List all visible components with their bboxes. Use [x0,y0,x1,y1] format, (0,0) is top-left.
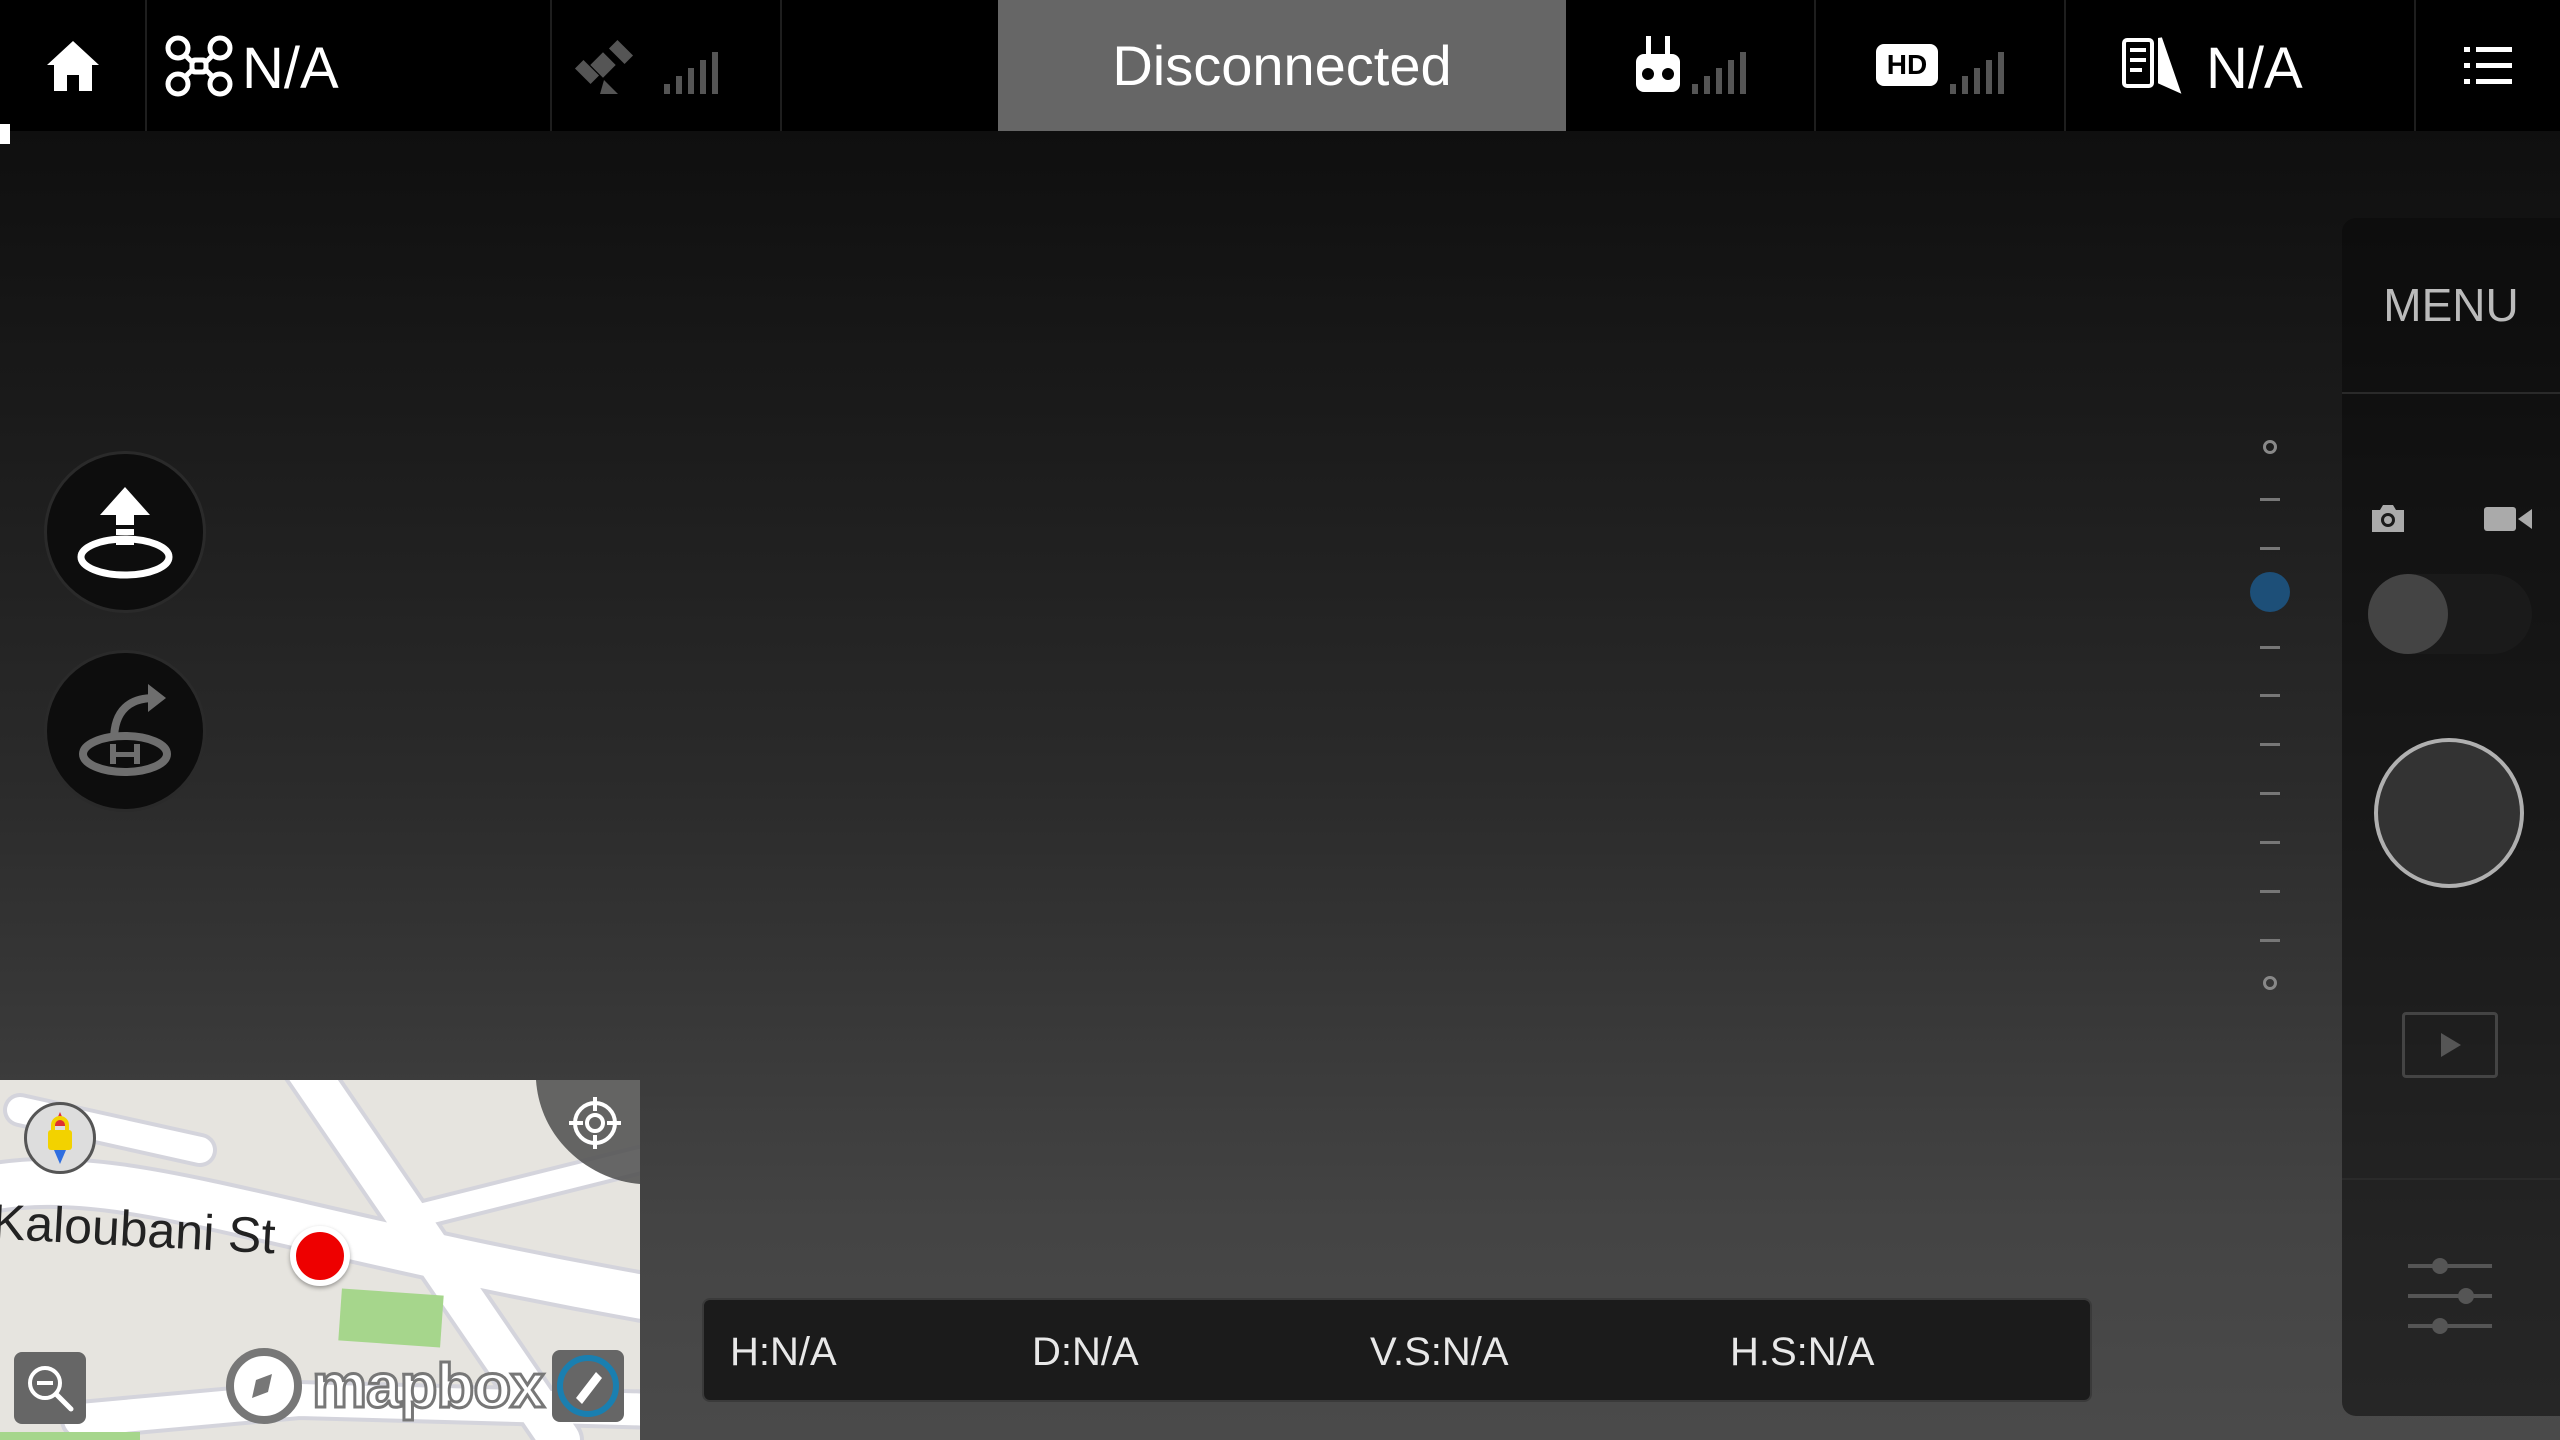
shutter-button[interactable] [2374,738,2524,888]
map-info-button[interactable] [552,1350,624,1422]
slider-tick [2260,547,2280,550]
slider-handle[interactable] [2250,572,2290,612]
map-drone-marker [290,1226,350,1286]
slider-tick [2260,939,2280,942]
drone-icon [165,35,233,97]
flight-mode-status[interactable]: N/A [2066,0,2414,131]
mapbox-logo-icon [226,1348,302,1424]
gimbal-zoom-slider[interactable] [2250,440,2290,1000]
home-icon [46,40,99,91]
slider-tick [2260,694,2280,697]
mapbox-logo-text: mapbox [311,1350,547,1422]
return-home-icon [79,684,171,776]
sliders-icon[interactable] [2404,1254,2496,1340]
gps-signal[interactable] [552,0,780,131]
list-menu-icon [2464,46,2512,84]
slider-bottom-endpoint [2263,976,2277,990]
slider-tick [2260,890,2280,893]
distance-readout: D:N/A [1032,1330,1139,1374]
flight-mode-value: N/A [2206,36,2303,101]
slider-tick [2260,792,2280,795]
connection-status-banner: Disconnected [998,0,1566,131]
checklist-icon [2122,37,2182,94]
toggle-knob [2368,574,2448,654]
camera-icon[interactable] [2368,502,2408,534]
top-status-bar: N/A Disconnected HD N/A [0,0,2560,131]
corner-indicator [0,124,10,144]
play-icon [2441,1033,2461,1057]
horizontal-speed-readout: H.S:N/A [1730,1330,1875,1374]
locate-icon [569,1097,621,1149]
video-camera-icon[interactable] [2482,504,2534,534]
vertical-speed-readout: V.S:N/A [1370,1330,1509,1374]
map-info-icon [557,1355,619,1417]
slider-tick [2260,498,2280,501]
camera-menu-button[interactable]: MENU [2342,278,2560,332]
satellite-icon [574,39,634,94]
slider-tick [2260,743,2280,746]
hd-video-icon: HD [1876,44,1938,86]
slider-top-endpoint [2263,440,2277,454]
takeoff-icon [77,487,173,579]
playback-button[interactable] [2402,1012,2498,1078]
slider-tick [2260,841,2280,844]
locate-button[interactable] [566,1094,624,1152]
remote-controller-icon [1636,36,1680,92]
mapbox-logo: mapbox [224,1344,547,1428]
height-readout: H:N/A [730,1330,837,1374]
settings-menu-button[interactable] [2416,0,2560,131]
hd-video-signal[interactable]: HD [1816,0,2064,131]
zoom-out-icon [28,1366,74,1412]
remote-controller-signal[interactable] [1566,0,1814,131]
return-home-button[interactable] [44,650,206,812]
compass-lock-button[interactable] [24,1102,96,1174]
mini-map[interactable]: Kaloubani St mapbox [0,1080,640,1440]
slider-tick [2260,646,2280,649]
aircraft-status[interactable]: N/A [150,0,550,131]
compass-lock-icon [48,1112,72,1164]
camera-control-panel: MENU [2342,218,2560,1416]
zoom-out-button[interactable] [14,1352,86,1424]
aircraft-status-value: N/A [242,36,339,101]
photo-video-toggle[interactable] [2368,574,2532,654]
telemetry-bar: H:N/A D:N/A V.S:N/A H.S:N/A [702,1298,2092,1402]
home-button[interactable] [0,0,145,131]
gps-signal-bars [664,52,718,94]
connection-status-text: Disconnected [1112,34,1452,97]
hd-signal-bars [1950,52,2004,94]
hd-badge-text: HD [1886,49,1928,80]
takeoff-button[interactable] [44,451,206,613]
rc-signal-bars [1692,52,1746,94]
